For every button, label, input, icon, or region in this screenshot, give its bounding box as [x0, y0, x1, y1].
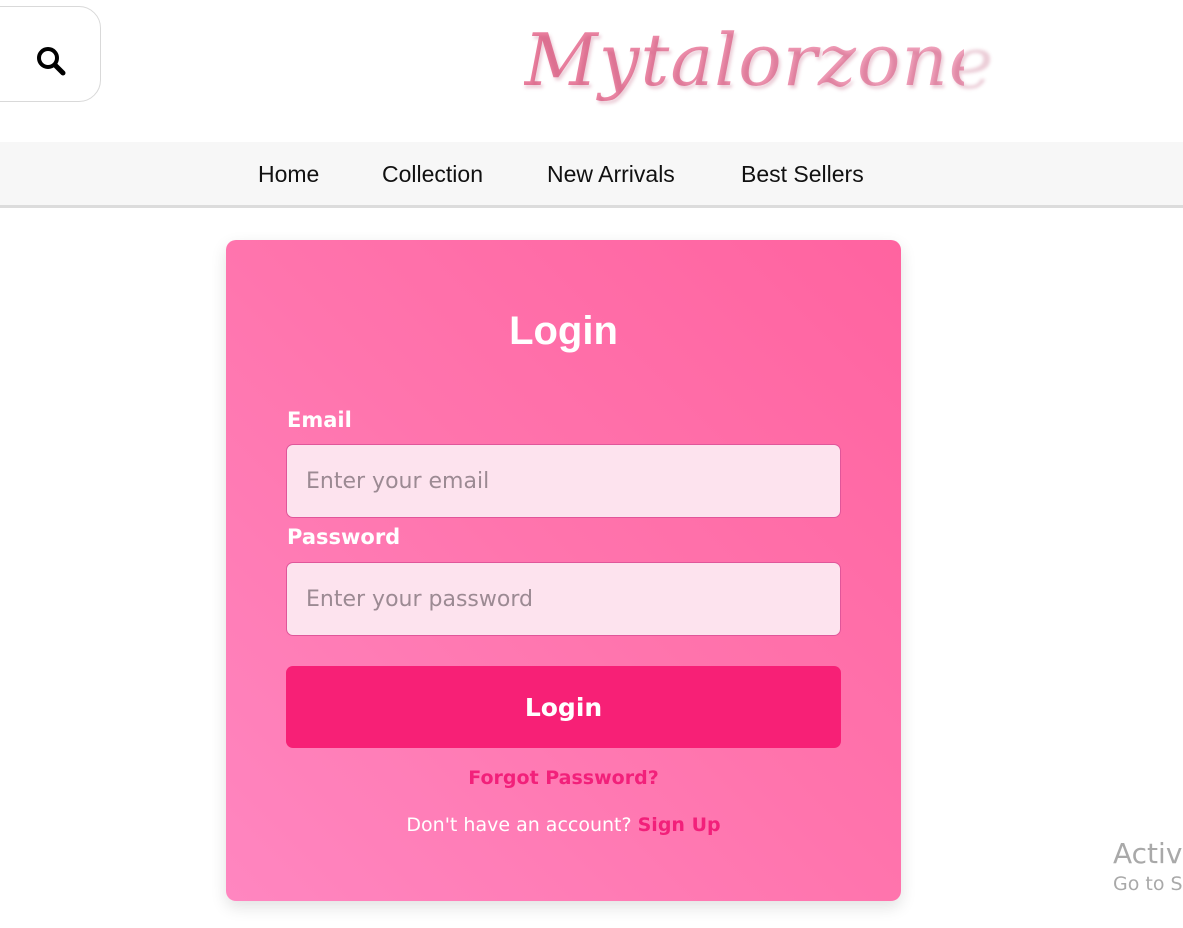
nav-item-new-arrivals[interactable]: New Arrivals: [547, 160, 675, 188]
nav-item-best-sellers[interactable]: Best Sellers: [741, 160, 864, 188]
main-navbar: Home Collection New Arrivals Best Seller…: [0, 142, 1183, 208]
login-card: Login Email Password Login Forgot Passwo…: [226, 240, 901, 901]
password-label: Password: [287, 525, 401, 549]
password-field[interactable]: [286, 562, 841, 636]
signup-prompt-line: Don't have an account? Sign Up: [226, 814, 901, 836]
activation-watermark: Activa Go to S: [1113, 836, 1183, 896]
email-field[interactable]: [286, 444, 841, 518]
site-logo[interactable]: Mytalorzone: [524, 4, 991, 116]
login-title: Login: [509, 309, 618, 353]
login-button[interactable]: Login: [286, 666, 841, 748]
watermark-title: Activa: [1113, 837, 1183, 870]
search-icon[interactable]: [35, 45, 67, 77]
signup-prompt-text: Don't have an account?: [406, 814, 638, 836]
watermark-subtitle: Go to S: [1113, 873, 1183, 895]
email-label: Email: [287, 408, 352, 432]
signup-link[interactable]: Sign Up: [638, 814, 721, 836]
search-box[interactable]: [0, 6, 101, 102]
nav-item-home[interactable]: Home: [258, 160, 319, 188]
forgot-password-link[interactable]: Forgot Password?: [226, 767, 901, 789]
nav-item-collection[interactable]: Collection: [382, 160, 483, 188]
